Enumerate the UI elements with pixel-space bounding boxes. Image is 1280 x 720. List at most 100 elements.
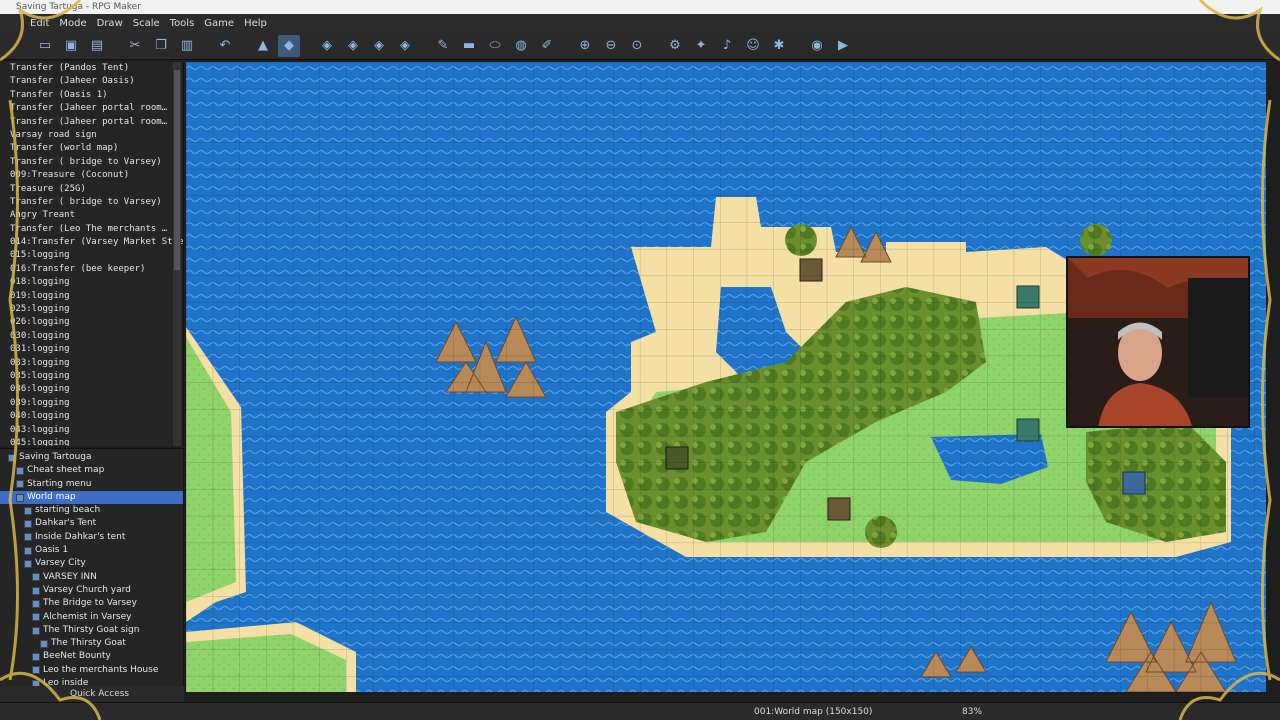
map-tree-item[interactable]: Varsey Church yard <box>0 584 183 597</box>
map-tree-label: Saving Tartouga <box>19 452 92 462</box>
map-tree-item[interactable]: Cheat sheet map <box>0 464 183 477</box>
map-icon <box>16 493 24 502</box>
fill-icon[interactable]: ◍ <box>510 35 532 57</box>
map-icon <box>24 546 32 555</box>
event-list-item[interactable]: 026:logging <box>0 316 183 329</box>
menu-item-scale[interactable]: Scale <box>133 18 160 29</box>
actual-size-icon[interactable]: ⊙ <box>626 35 648 57</box>
undo-icon[interactable]: ↶ <box>214 35 236 57</box>
map-tree-label: VARSEY INN <box>43 571 97 582</box>
event-list-item[interactable]: Transfer (Pandos Tent) <box>0 62 183 75</box>
sound-test-icon[interactable]: ♪ <box>716 35 738 57</box>
save-project-icon[interactable]: ▤ <box>86 35 108 57</box>
event-list-item[interactable]: Transfer ( bridge to Varsey) <box>0 196 183 209</box>
map-tree-item[interactable]: Inside Dahkar's tent <box>0 531 183 544</box>
map-tree-item[interactable]: The Bridge to Varsey <box>0 597 183 610</box>
menu-item-edit[interactable]: Edit <box>30 18 49 29</box>
event-list-item[interactable]: 036:logging <box>0 383 183 396</box>
event-list-item[interactable]: 033:logging <box>0 357 183 370</box>
character-generator-icon[interactable]: ☺ <box>742 35 764 57</box>
event-list-item[interactable]: 014:Transfer (Varsey Market Stre… <box>0 236 183 249</box>
menu-item-help[interactable]: Help <box>244 18 267 29</box>
map-tree-item[interactable]: Leo the merchants House <box>0 664 183 677</box>
shadow-pen-icon[interactable]: ✐ <box>536 35 558 57</box>
map-tree-label: Inside Dahkar's tent <box>35 531 126 542</box>
map-tree-item[interactable]: The Thirsty Goat <box>0 637 183 650</box>
event-list-item[interactable]: Transfer (Jaheer Oasis) <box>0 75 183 88</box>
map-tree-item[interactable]: World map <box>0 490 183 505</box>
map-tree-item[interactable]: Varsey City <box>0 557 183 570</box>
database-icon[interactable]: ⚙ <box>664 35 686 57</box>
scrollbar-thumb[interactable] <box>174 70 180 270</box>
event-list-item[interactable]: 031:logging <box>0 343 183 356</box>
event-list-item[interactable]: Transfer (world map) <box>0 142 183 155</box>
event-list-item[interactable]: 045:logging <box>0 437 183 446</box>
map-tree-label: Leo inside <box>43 678 89 686</box>
event-list-scrollbar[interactable] <box>173 62 181 446</box>
map-tree-item[interactable]: VARSEY INN <box>0 571 183 584</box>
layer-4-icon[interactable]: ◈ <box>394 35 416 57</box>
map-tree-item[interactable]: starting beach <box>0 504 183 517</box>
event-list-item[interactable]: 030:logging <box>0 330 183 343</box>
run-game-icon[interactable]: ▶ <box>832 35 854 57</box>
menu-item-mode[interactable]: Mode <box>59 18 86 29</box>
map-tree-item[interactable]: Oasis 1 <box>0 544 183 557</box>
event-list-item[interactable]: Transfer (Leo The merchants … <box>0 223 183 236</box>
quick-access-button[interactable]: Quick Access <box>0 686 184 702</box>
menu-item-tools[interactable]: Tools <box>170 18 195 29</box>
event-list-item[interactable]: 019:logging <box>0 290 183 303</box>
map-mode-icon[interactable]: ▲ <box>252 35 274 57</box>
playtest-icon[interactable]: ◉ <box>806 35 828 57</box>
event-list-item[interactable]: 015:logging <box>0 249 183 262</box>
ellipse-icon[interactable]: ⬭ <box>484 35 506 57</box>
cut-icon[interactable]: ✂ <box>124 35 146 57</box>
map-tree-label: Varsey City <box>35 558 86 569</box>
event-list-item[interactable]: Transfer (Jaheer portal room… <box>0 102 183 115</box>
map-tree-item[interactable]: BeeNet Bounty <box>0 650 183 663</box>
copy-icon[interactable]: ❐ <box>150 35 172 57</box>
menu-item-game[interactable]: Game <box>204 18 234 29</box>
event-list-panel: Transfer (Pandos Tent) Transfer (Jaheer O… <box>0 62 184 446</box>
menu-item-draw[interactable]: Draw <box>97 18 123 29</box>
event-list-item[interactable]: 018:logging <box>0 276 183 289</box>
map-tree-item[interactable]: Alchemist in Varsey <box>0 611 183 624</box>
map-tree-item[interactable]: Leo inside <box>0 677 183 686</box>
pencil-icon[interactable]: ✎ <box>432 35 454 57</box>
map-icon <box>32 626 40 635</box>
event-list-item[interactable]: 009:Treasure (Coconut) <box>0 169 183 182</box>
layer-1-icon[interactable]: ◈ <box>316 35 338 57</box>
event-list-item[interactable]: 035:logging <box>0 370 183 383</box>
event-list-item[interactable]: Angry Treant <box>0 209 183 222</box>
map-tree-item[interactable]: The Thirsty Goat sign <box>0 624 183 637</box>
event-list-item[interactable]: 039:logging <box>0 397 183 410</box>
paste-icon[interactable]: ▥ <box>176 35 198 57</box>
status-zoom: 83% <box>962 707 983 717</box>
event-mode-icon[interactable]: ◆ <box>278 34 300 57</box>
event-list-item[interactable]: 025:logging <box>0 303 183 316</box>
map-icon <box>32 573 40 582</box>
open-project-icon[interactable]: ▣ <box>60 35 82 57</box>
layer-3-icon[interactable]: ◈ <box>368 35 390 57</box>
event-list-item[interactable]: Treasure (25G) <box>0 183 183 196</box>
event-list-item[interactable]: Transfer (Jaheer portal room… <box>0 116 183 129</box>
resource-manager-icon[interactable]: ✦ <box>690 35 712 57</box>
zoom-in-icon[interactable]: ⊕ <box>574 35 596 57</box>
map-tree-item[interactable]: Dahkar's Tent <box>0 517 183 530</box>
event-list-item[interactable]: Transfer ( bridge to Varsey) <box>0 156 183 169</box>
event-list-item[interactable]: 016:Transfer (bee keeper) <box>0 263 183 276</box>
map-tree-item[interactable]: Starting menu <box>0 478 183 491</box>
webcam-person-image <box>1068 258 1248 426</box>
map-tree: Saving Tartouga Cheat sheet map Starting m… <box>0 449 183 686</box>
event-list-item[interactable]: 043:logging <box>0 424 183 437</box>
event-list-item[interactable]: 040:logging <box>0 410 183 423</box>
new-project-icon[interactable]: ▭ <box>34 35 56 57</box>
map-icon <box>24 533 32 542</box>
event-list-item[interactable]: Transfer (Oasis 1) <box>0 89 183 102</box>
zoom-out-icon[interactable]: ⊖ <box>600 35 622 57</box>
layer-2-icon[interactable]: ◈ <box>342 35 364 57</box>
map-tree-label: Varsey Church yard <box>43 584 131 595</box>
event-list-item[interactable]: Varsay road sign <box>0 129 183 142</box>
options-icon[interactable]: ✱ <box>768 35 790 57</box>
rectangle-icon[interactable]: ▬ <box>458 35 480 57</box>
map-tree-item[interactable]: Saving Tartouga <box>0 451 183 464</box>
